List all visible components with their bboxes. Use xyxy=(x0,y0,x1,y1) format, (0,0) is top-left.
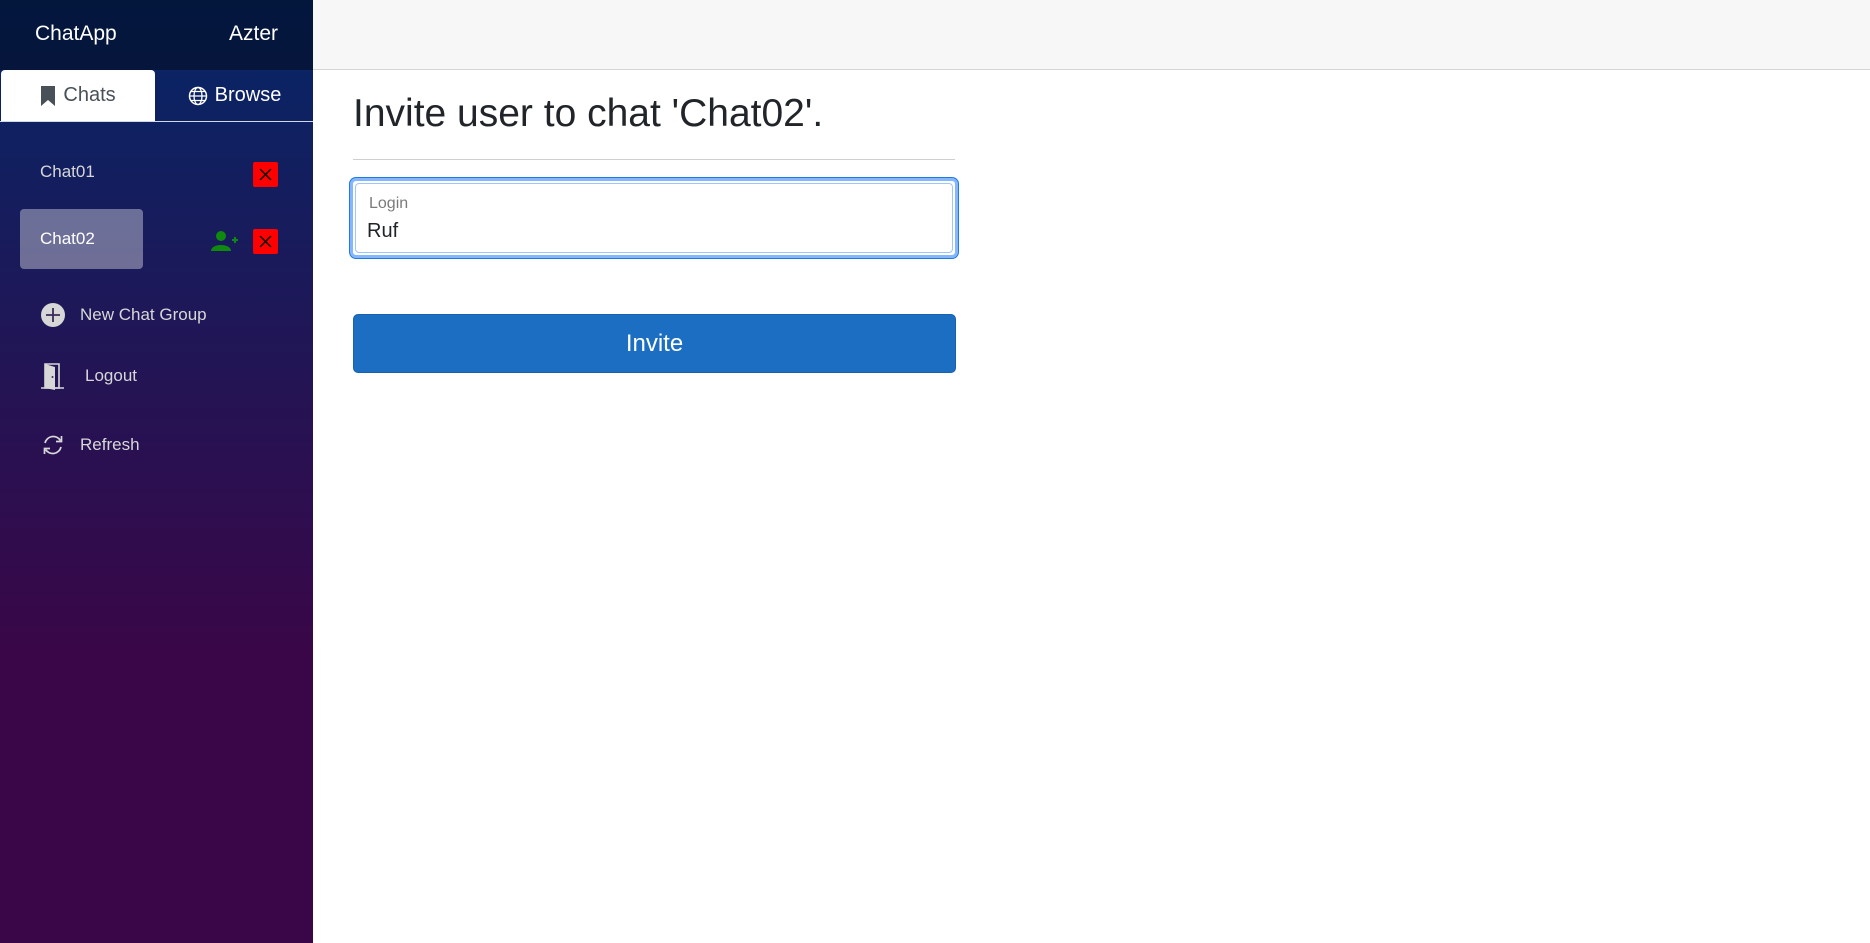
sidebar-tabs: Chats Browse xyxy=(0,70,313,122)
tab-browse[interactable]: Browse xyxy=(156,70,313,121)
refresh-label: Refresh xyxy=(80,435,140,454)
login-label: Login xyxy=(369,195,409,212)
current-username: Azter xyxy=(228,22,278,45)
sidebar-header: ChatApp Azter xyxy=(0,0,313,70)
sidebar: ChatApp Azter Chats Browse Chat01 Chat02… xyxy=(0,0,313,943)
login-field[interactable]: Login xyxy=(350,178,958,258)
chat-name: Chat02 xyxy=(40,229,95,248)
invite-button[interactable]: Invite xyxy=(353,314,956,373)
tab-chats[interactable]: Chats xyxy=(1,70,155,121)
login-input[interactable] xyxy=(367,217,927,245)
logout-label: Logout xyxy=(85,366,137,385)
app-brand[interactable]: ChatApp xyxy=(35,22,117,46)
bookmark-icon xyxy=(41,85,56,106)
plus-circle-icon xyxy=(38,302,68,328)
add-user-icon xyxy=(211,231,238,251)
top-bar xyxy=(313,0,1870,70)
chat-list-item-active[interactable]: Chat02 xyxy=(20,209,143,269)
delete-chat-button[interactable] xyxy=(253,162,278,187)
invite-user-button[interactable] xyxy=(211,228,239,254)
door-icon xyxy=(38,362,68,390)
divider xyxy=(353,159,955,160)
page-title: Invite user to chat 'Chat02'. xyxy=(353,92,824,135)
close-icon xyxy=(259,168,272,181)
logout-link[interactable]: Logout xyxy=(38,356,137,396)
chat-list-item[interactable]: Chat01 xyxy=(20,142,143,202)
globe-icon xyxy=(188,86,207,105)
new-chat-group-label: New Chat Group xyxy=(80,305,207,324)
delete-chat-button[interactable] xyxy=(253,229,278,254)
chat-name: Chat01 xyxy=(40,162,95,181)
tab-chats-label: Chats xyxy=(63,84,116,106)
close-icon xyxy=(259,235,272,248)
refresh-link[interactable]: Refresh xyxy=(38,425,140,465)
new-chat-group-link[interactable]: New Chat Group xyxy=(38,295,207,335)
tab-browse-label: Browse xyxy=(214,84,282,106)
refresh-icon xyxy=(38,433,68,457)
